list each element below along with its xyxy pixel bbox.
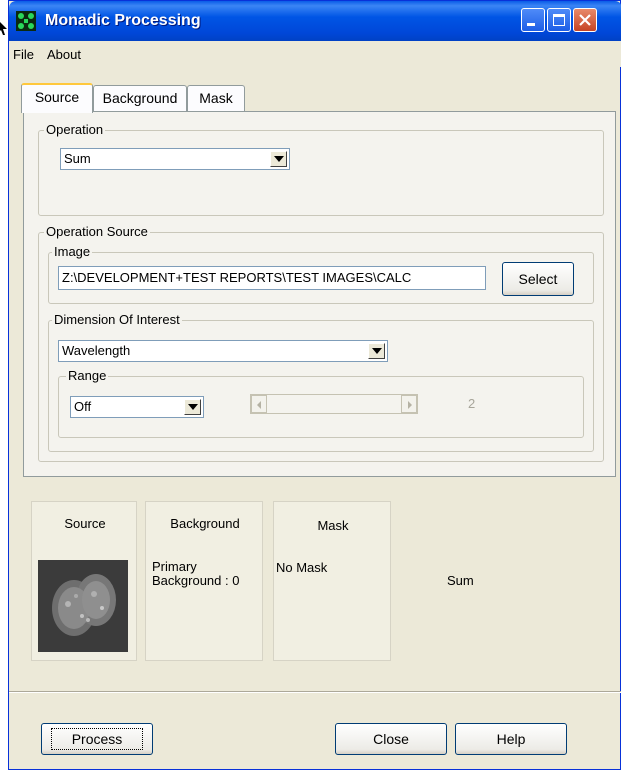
window-title: Monadic Processing xyxy=(45,12,201,29)
menu-file[interactable]: File xyxy=(13,47,34,62)
app-icon xyxy=(16,11,36,31)
background-card-title: Background xyxy=(170,516,240,531)
source-tab-panel: Operation Sum Operation Source Image Z:\… xyxy=(23,111,616,477)
background-card-text: Primary Background : 0 xyxy=(152,559,240,588)
tab-mask[interactable]: Mask xyxy=(187,85,245,111)
chevron-down-icon[interactable] xyxy=(368,343,385,359)
process-button-label: Process xyxy=(50,728,144,750)
range-select-value: Off xyxy=(74,399,92,414)
image-path-field[interactable]: Z:\DEVELOPMENT+TEST REPORTS\TEST IMAGES\… xyxy=(58,266,486,290)
title-bar[interactable]: Monadic Processing xyxy=(9,1,621,41)
dimension-select[interactable]: Wavelength xyxy=(58,340,388,362)
source-thumbnail-image xyxy=(38,560,128,652)
dialog-window: Monadic Processing File About Source Bac… xyxy=(8,0,621,770)
close-window-button[interactable] xyxy=(573,8,597,32)
range-group-label: Range xyxy=(66,368,109,383)
tab-source[interactable]: Source xyxy=(21,83,93,113)
source-card-title: Source xyxy=(64,516,106,531)
minimize-button[interactable] xyxy=(521,8,545,32)
chevron-down-icon[interactable] xyxy=(184,399,201,415)
chevron-down-icon[interactable] xyxy=(270,151,287,167)
maximize-icon xyxy=(553,14,565,26)
scroll-right-icon[interactable] xyxy=(401,395,417,413)
operation-group xyxy=(38,130,604,216)
dimension-group-label: Dimension Of Interest xyxy=(52,312,182,327)
dimension-select-value: Wavelength xyxy=(62,343,131,358)
help-button[interactable]: Help xyxy=(455,723,567,755)
divider xyxy=(9,691,621,693)
mask-card-text: No Mask xyxy=(276,560,328,575)
range-select[interactable]: Off xyxy=(70,396,204,418)
scroll-left-icon[interactable] xyxy=(251,395,267,413)
source-card: Source xyxy=(31,501,137,661)
close-icon xyxy=(579,14,591,26)
operation-source-group-label: Operation Source xyxy=(44,224,150,239)
process-button[interactable]: Process xyxy=(41,723,153,755)
tab-background[interactable]: Background xyxy=(93,85,187,111)
background-card: Background Primary Background : 0 xyxy=(145,501,263,661)
mask-card-title: Mask xyxy=(317,518,349,533)
range-value: 2 xyxy=(468,396,476,411)
close-button[interactable]: Close xyxy=(335,723,447,755)
operation-group-label: Operation xyxy=(44,122,106,137)
image-group-label: Image xyxy=(52,244,93,259)
minimize-icon xyxy=(527,23,535,26)
mask-card: Mask No Mask xyxy=(273,501,391,661)
operation-select[interactable]: Sum xyxy=(60,148,290,170)
operation-select-value: Sum xyxy=(64,151,91,166)
select-image-button[interactable]: Select xyxy=(502,262,574,296)
menu-bar xyxy=(9,41,621,67)
operation-summary: Sum xyxy=(447,573,474,588)
mouse-pointer-icon xyxy=(0,22,7,35)
range-slider[interactable] xyxy=(250,394,418,414)
maximize-button[interactable] xyxy=(547,8,571,32)
menu-about[interactable]: About xyxy=(47,47,81,62)
